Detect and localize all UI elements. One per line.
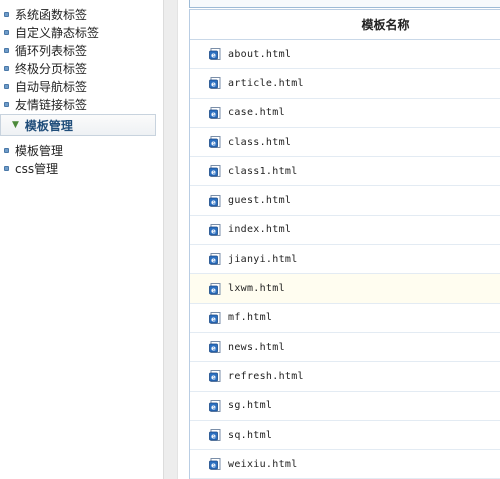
template-file-link[interactable]: jianyi.html (228, 254, 298, 265)
html-file-icon: e (209, 370, 221, 383)
table-row[interactable]: e about.html (190, 40, 500, 70)
template-file-link[interactable]: lxwm.html (228, 283, 285, 294)
table-row[interactable]: e news.html (190, 333, 500, 363)
bullet-icon (4, 147, 9, 153)
bullet-icon (4, 83, 9, 89)
html-file-icon: e (209, 106, 221, 119)
html-file-icon: e (209, 48, 221, 61)
table-row[interactable]: e case.html (190, 99, 500, 128)
bullet-icon (4, 29, 9, 35)
template-file-link[interactable]: guest.html (228, 195, 291, 206)
table-row[interactable]: e jianyi.html (190, 245, 500, 275)
template-file-link[interactable]: class.html (228, 137, 291, 148)
bullet-icon (4, 101, 9, 107)
table-row[interactable]: e index.html (190, 216, 500, 246)
svg-text:e: e (211, 228, 216, 236)
sidebar-item-auto-nav-tags[interactable]: 自动导航标签 (4, 77, 87, 95)
sidebar-item-label: 循环列表标签 (15, 43, 88, 58)
template-file-link[interactable]: index.html (228, 224, 291, 235)
sidebar-item-css-management[interactable]: css管理 (4, 159, 58, 177)
template-file-link[interactable]: news.html (228, 342, 285, 353)
main-panel: 模板名称 e about.html e article.html e case.html e… (178, 0, 500, 479)
html-file-icon: e (209, 341, 221, 354)
html-file-icon: e (209, 282, 221, 295)
sidebar-section-template-management[interactable]: ▼ 模板管理 (0, 114, 156, 136)
table-row[interactable]: e guest.html (190, 186, 500, 216)
template-file-link[interactable]: refresh.html (228, 371, 304, 382)
table-row[interactable]: e lxwm.html (190, 274, 500, 304)
frame-divider[interactable] (163, 0, 178, 479)
html-file-icon: e (209, 458, 221, 471)
bullet-icon (4, 65, 9, 71)
template-file-link[interactable]: weixiu.html (228, 459, 298, 470)
table-body: e about.html e article.html e case.html e class… (190, 40, 500, 479)
section-title: 模板管理 (24, 118, 73, 133)
table-row[interactable]: e weixiu.html (190, 450, 500, 479)
svg-text:e: e (211, 52, 216, 60)
sidebar-item-label: 模板管理 (15, 143, 64, 158)
template-file-link[interactable]: article.html (228, 78, 304, 89)
sidebar-item-pagination-tags[interactable]: 终极分页标签 (4, 59, 87, 77)
table-row[interactable]: e article.html (190, 69, 500, 99)
svg-text:e: e (211, 433, 216, 441)
svg-text:e: e (211, 169, 216, 177)
svg-text:e: e (211, 403, 216, 411)
bullet-icon (4, 165, 9, 171)
html-file-icon: e (209, 429, 221, 441)
template-file-link[interactable]: sq.html (228, 430, 272, 441)
sidebar-item-label: css管理 (15, 161, 59, 176)
html-file-icon: e (209, 253, 221, 266)
sidebar-item-label: 系统函数标签 (15, 7, 88, 22)
html-file-icon: e (209, 77, 221, 90)
table-row[interactable]: e refresh.html (190, 362, 500, 392)
sidebar-item-label: 友情链接标签 (15, 97, 88, 112)
top-border (189, 0, 500, 8)
html-file-icon: e (209, 311, 221, 324)
svg-text:e: e (211, 81, 216, 89)
html-file-icon: e (209, 194, 221, 207)
svg-text:e: e (211, 140, 216, 148)
html-file-icon: e (209, 399, 221, 412)
template-table: 模板名称 e about.html e article.html e case.html e… (189, 9, 500, 479)
sidebar-item-template-management[interactable]: 模板管理 (4, 141, 63, 159)
table-header: 模板名称 (190, 10, 500, 40)
table-row[interactable]: e sq.html (190, 421, 500, 451)
sidebar: 系统函数标签 自定义静态标签 循环列表标签 终极分页标签 自动导航标签 友情链接… (0, 0, 163, 479)
sidebar-item-custom-static-tags[interactable]: 自定义静态标签 (4, 23, 99, 41)
svg-text:e: e (211, 374, 216, 382)
sidebar-item-loop-list-tags[interactable]: 循环列表标签 (4, 41, 87, 59)
svg-text:e: e (211, 315, 216, 323)
sidebar-item-label: 自动导航标签 (15, 79, 88, 94)
template-file-link[interactable]: case.html (228, 107, 285, 118)
sidebar-item-system-function-tags[interactable]: 系统函数标签 (4, 5, 87, 23)
svg-text:e: e (211, 257, 216, 265)
template-file-link[interactable]: class1.html (228, 166, 298, 177)
table-row[interactable]: e sg.html (190, 392, 500, 421)
svg-text:e: e (211, 345, 216, 353)
column-header-template-name: 模板名称 (361, 18, 410, 32)
table-row[interactable]: e mf.html (190, 304, 500, 333)
chevron-down-icon: ▼ (12, 120, 19, 130)
sidebar-item-friend-link-tags[interactable]: 友情链接标签 (4, 95, 87, 113)
sidebar-item-label: 终极分页标签 (15, 61, 88, 76)
html-file-icon: e (209, 223, 221, 236)
template-file-link[interactable]: mf.html (228, 312, 272, 323)
table-row[interactable]: e class1.html (190, 157, 500, 187)
sidebar-item-label: 自定义静态标签 (15, 25, 100, 40)
template-file-link[interactable]: about.html (228, 49, 291, 60)
bullet-icon (4, 47, 9, 53)
bullet-icon (4, 11, 9, 17)
template-file-link[interactable]: sg.html (228, 400, 272, 411)
html-file-icon: e (209, 165, 221, 178)
svg-text:e: e (211, 110, 216, 118)
svg-text:e: e (211, 462, 216, 470)
table-row[interactable]: e class.html (190, 128, 500, 158)
html-file-icon: e (209, 136, 221, 149)
svg-text:e: e (211, 286, 216, 294)
svg-text:e: e (211, 198, 216, 206)
